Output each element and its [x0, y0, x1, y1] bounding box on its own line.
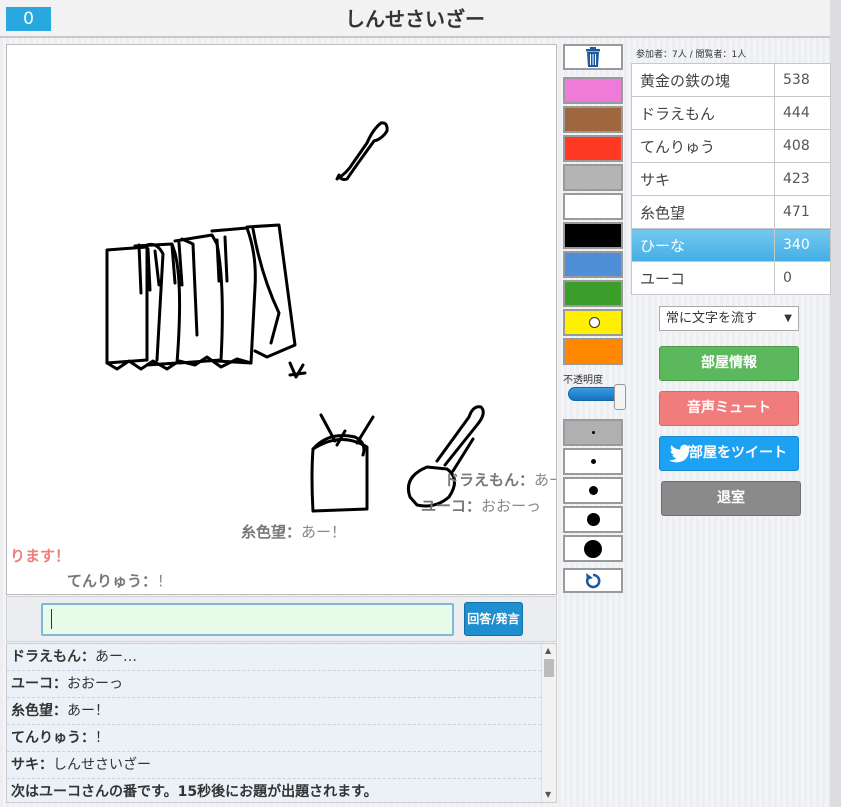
player-name: 糸色望 — [631, 195, 775, 229]
player-name: ユーコ — [631, 261, 775, 295]
chat-author: 糸色望 — [11, 703, 53, 719]
header-bar: しんせさいざー 0 — [0, 0, 830, 38]
chat-author: サキ — [11, 757, 39, 773]
chat-author: てんりゅう — [11, 730, 81, 746]
player-name: ドラえもん — [631, 96, 775, 130]
drawing-canvas[interactable]: ドラえもん：あー… ユーコ：おおーっ 糸色望：あー！ ります！ てんりゅう：！ — [6, 44, 557, 595]
exit-room-button[interactable]: 退室 — [661, 481, 801, 516]
undo-icon — [585, 572, 601, 588]
brush-size-medium[interactable] — [563, 477, 623, 504]
floating-message: てんりゅう：！ — [67, 572, 173, 590]
chat-separator: ： — [81, 649, 95, 665]
chat-separator: ： — [39, 757, 53, 773]
send-answer-button[interactable]: 回答/発言 — [464, 602, 523, 636]
chevron-down-icon: ▼ — [784, 313, 792, 324]
chat-log-row: サキ：しんせさいざー — [7, 752, 541, 779]
answer-bar: 回答/発言 — [6, 596, 557, 642]
chat-text: 次はユーコさんの番です。15秒後にお題が出題されます。 — [11, 784, 378, 800]
floating-system-message: ります！ — [10, 547, 71, 565]
brush-size-large[interactable] — [563, 506, 623, 533]
chat-separator: ： — [53, 676, 67, 692]
color-swatch[interactable] — [563, 251, 623, 278]
participant-stats: 参加者：7人 / 閲覧者：1人 — [636, 50, 747, 60]
color-swatch[interactable] — [563, 338, 623, 365]
player-row: ひーな 340 — [631, 228, 831, 262]
chat-log-row: ドラえもん：あー… — [7, 644, 541, 671]
player-row: 糸色望 471 — [631, 195, 831, 229]
color-swatch[interactable] — [563, 164, 623, 191]
round-counter-badge: 0 — [6, 7, 51, 31]
selected-color-indicator — [589, 317, 600, 328]
text-caret — [51, 609, 52, 629]
text-mode-value: 常に文字を流す — [666, 311, 758, 326]
player-name: サキ — [631, 162, 775, 196]
chat-text: あー！ — [67, 703, 109, 719]
opacity-label: 不透明度 — [563, 375, 603, 386]
chat-log-row: 糸色望：あー！ — [7, 698, 541, 725]
chat-text: ！ — [95, 730, 109, 746]
window-edge — [830, 0, 841, 807]
system-log-row: 次はユーコさんの番です。15秒後にお題が出題されます。 — [7, 779, 541, 802]
page-title: しんせさいざー — [345, 7, 485, 31]
opacity-slider-handle[interactable] — [614, 384, 626, 410]
brush-size-small[interactable] — [563, 448, 623, 475]
clear-canvas-button[interactable] — [563, 44, 623, 70]
chat-author: ドラえもん — [11, 649, 81, 665]
brush-size-tiny[interactable] — [563, 419, 623, 446]
player-row: 黄金の鉄の塊 538 — [631, 63, 831, 97]
chat-log[interactable]: ドラえもん：あー… ユーコ：おおーっ 糸色望：あー！ てんりゅう：！ サキ：しんせさいざ… — [6, 643, 557, 803]
player-score: 408 — [774, 129, 831, 163]
floating-message: ユーコ：おおーっ — [421, 497, 542, 515]
player-score: 444 — [774, 96, 831, 130]
chat-separator: ： — [81, 730, 95, 746]
color-swatch[interactable] — [563, 222, 623, 249]
chat-text: あー… — [95, 649, 137, 665]
chat-text: しんせさいざー — [53, 757, 151, 773]
player-name: ひーな — [631, 228, 775, 262]
player-score: 538 — [774, 63, 831, 97]
chat-author: ユーコ — [11, 676, 53, 692]
player-row: ドラえもん 444 — [631, 96, 831, 130]
color-swatch[interactable] — [563, 106, 623, 133]
player-score: 340 — [774, 228, 831, 262]
player-name: てんりゅう — [631, 129, 775, 163]
scroll-down-icon[interactable]: ▼ — [545, 790, 551, 799]
mute-sound-button[interactable]: 音声ミュート — [659, 391, 799, 426]
chat-text: おおーっ — [67, 676, 123, 692]
player-row: てんりゅう 408 — [631, 129, 831, 163]
color-swatch[interactable] — [563, 135, 623, 162]
player-score: 0 — [774, 261, 831, 295]
player-score: 423 — [774, 162, 831, 196]
color-swatch[interactable] — [563, 280, 623, 307]
color-swatch[interactable] — [563, 77, 623, 104]
chat-log-row: ユーコ：おおーっ — [7, 671, 541, 698]
twitter-bird-icon — [669, 444, 691, 463]
log-scrollbar[interactable]: ▲ ▼ — [541, 644, 556, 802]
undo-button[interactable] — [563, 568, 623, 593]
color-swatch[interactable] — [563, 309, 623, 336]
brush-size-xlarge[interactable] — [563, 535, 623, 562]
room-info-button[interactable]: 部屋情報 — [659, 346, 799, 381]
player-row: ユーコ 0 — [631, 261, 831, 295]
chat-log-row: てんりゅう：！ — [7, 725, 541, 752]
tweet-room-label: 部屋をツイート — [689, 445, 787, 461]
chat-separator: ： — [53, 703, 67, 719]
color-swatch[interactable] — [563, 193, 623, 220]
floating-message: ドラえもん：あー… — [444, 471, 556, 489]
answer-input[interactable] — [41, 603, 454, 636]
scroll-thumb[interactable] — [544, 659, 554, 677]
player-name: 黄金の鉄の塊 — [631, 63, 775, 97]
player-list: 黄金の鉄の塊 538 ドラえもん 444 てんりゅう 408 サキ 423 糸色望 471 ひーな 3… — [631, 63, 831, 295]
floating-message: 糸色望：あー！ — [241, 523, 347, 541]
text-mode-select[interactable]: 常に文字を流す ▼ — [659, 306, 799, 331]
player-row: サキ 423 — [631, 162, 831, 196]
tweet-room-button[interactable]: 部屋をツイート — [659, 436, 799, 471]
player-score: 471 — [774, 195, 831, 229]
trash-icon — [586, 47, 600, 67]
scroll-up-icon[interactable]: ▲ — [545, 646, 551, 655]
